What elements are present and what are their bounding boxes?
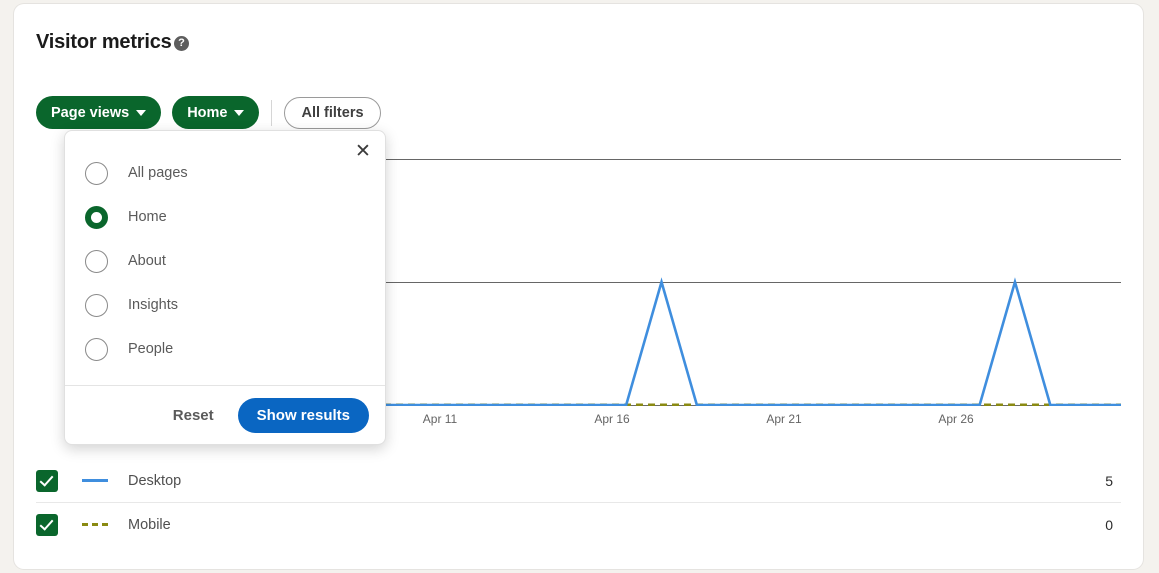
metric-filter-label: Page views xyxy=(51,105,129,121)
page-filter-dropdown: ✕ All pages Home About Insights People xyxy=(64,130,386,445)
filter-option-home[interactable]: Home xyxy=(65,195,385,239)
filter-option-label: Home xyxy=(128,209,167,225)
legend-label-mobile: Mobile xyxy=(128,517,171,533)
show-results-button[interactable]: Show results xyxy=(238,398,369,433)
filter-bar: Page views Home All filters xyxy=(36,96,381,129)
x-axis-tick-3: Apr 26 xyxy=(938,412,973,426)
dropdown-footer: Reset Show results xyxy=(65,385,385,444)
visitor-metrics-card: Visitor metrics ? Page views Home All fi… xyxy=(14,4,1143,569)
radio-icon[interactable] xyxy=(85,294,108,317)
legend-value-desktop: 5 xyxy=(1105,473,1113,489)
page-filter-label: Home xyxy=(187,105,227,121)
chart-legend: Desktop 5 Mobile 0 xyxy=(36,459,1121,546)
reset-button[interactable]: Reset xyxy=(163,401,224,430)
filter-option-all-pages[interactable]: All pages xyxy=(65,151,385,195)
radio-icon[interactable] xyxy=(85,162,108,185)
filter-option-label: About xyxy=(128,253,166,269)
filter-option-label: Insights xyxy=(128,297,178,313)
filter-option-label: People xyxy=(128,341,173,357)
x-axis-tick-0: Apr 11 xyxy=(423,412,457,426)
filter-option-list: All pages Home About Insights People xyxy=(65,131,385,385)
filter-option-about[interactable]: About xyxy=(65,239,385,283)
legend-swatch-desktop xyxy=(82,479,108,482)
filter-option-insights[interactable]: Insights xyxy=(65,283,385,327)
page-filter-pill[interactable]: Home xyxy=(172,96,259,129)
legend-swatch-mobile xyxy=(82,523,108,526)
help-circle-icon[interactable]: ? xyxy=(174,36,189,51)
radio-icon[interactable] xyxy=(85,338,108,361)
filter-option-people[interactable]: People xyxy=(65,327,385,371)
legend-value-mobile: 0 xyxy=(1105,517,1113,533)
legend-row-desktop[interactable]: Desktop 5 xyxy=(36,459,1121,502)
x-axis-tick-2: Apr 21 xyxy=(766,412,801,426)
metric-filter-pill[interactable]: Page views xyxy=(36,96,161,129)
legend-checkbox-desktop[interactable] xyxy=(36,470,58,492)
chevron-down-icon xyxy=(234,110,244,116)
chevron-down-icon xyxy=(136,110,146,116)
page-title: Visitor metrics xyxy=(36,31,172,54)
legend-row-mobile[interactable]: Mobile 0 xyxy=(36,502,1121,546)
legend-label-desktop: Desktop xyxy=(128,473,181,489)
radio-icon[interactable] xyxy=(85,250,108,273)
all-filters-button[interactable]: All filters xyxy=(284,97,380,129)
close-icon[interactable]: ✕ xyxy=(351,140,375,164)
radio-icon-selected[interactable] xyxy=(85,206,108,229)
legend-checkbox-mobile[interactable] xyxy=(36,514,58,536)
filter-option-label: All pages xyxy=(128,165,188,181)
x-axis-tick-1: Apr 16 xyxy=(594,412,629,426)
filter-divider xyxy=(271,100,272,126)
